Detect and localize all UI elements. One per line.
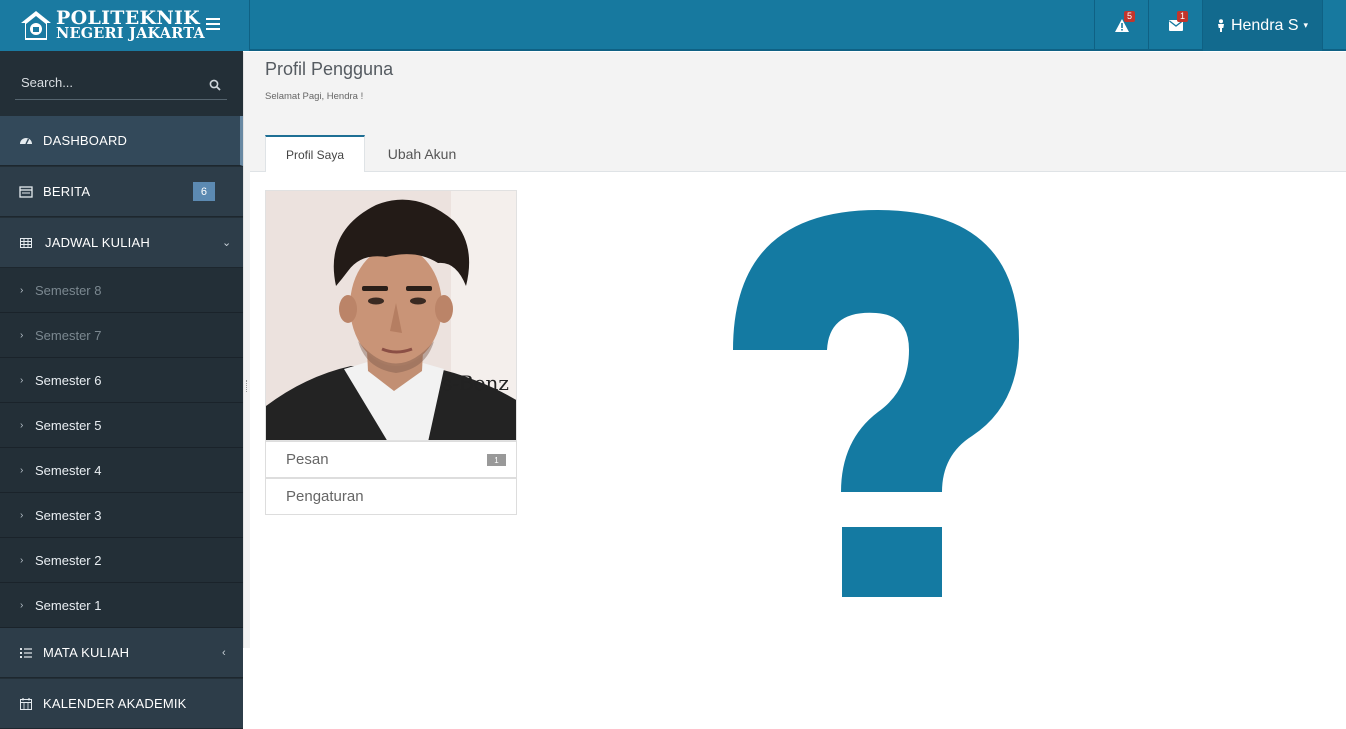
sidebar-item-dashboard[interactable]: DASHBOARD (0, 116, 243, 166)
profile-photo-image: s-Benz (266, 191, 516, 440)
sidebar-subitem-label: Semester 6 (35, 372, 102, 388)
question-mark-icon (733, 210, 1019, 597)
profile-photo: s-Benz (265, 190, 517, 441)
user-icon (1217, 19, 1224, 32)
sidebar-subitem-label: Semester 2 (35, 552, 102, 568)
menu-pesan-label: Pesan (286, 451, 329, 468)
pesan-count-badge: 1 (487, 454, 506, 466)
sidebar-subitem-semester[interactable]: › Semester 5 (0, 403, 243, 448)
sidebar-subitem-semester[interactable]: › Semester 4 (0, 448, 243, 493)
tab-profil-saya[interactable]: Profil Saya (265, 135, 365, 172)
chevron-right-icon: › (20, 554, 24, 566)
sidebar-item-label: MATA KULIAH (43, 645, 130, 660)
tab-ubah-akun[interactable]: Ubah Akun (375, 135, 469, 172)
messages-badge: 1 (1177, 11, 1189, 22)
sidebar-subitem-label: Semester 5 (35, 417, 102, 433)
calendar-icon (20, 697, 32, 710)
search-icon[interactable] (209, 79, 221, 91)
sidebar-subitem-semester[interactable]: › Semester 7 (0, 313, 243, 358)
chevron-right-icon: › (20, 419, 24, 431)
brand-area[interactable]: POLITEKNIK NEGERI JAKARTA (0, 0, 250, 51)
resize-handle[interactable] (246, 380, 248, 392)
sidebar-item-label: KALENDER AKADEMIK (43, 696, 187, 711)
chevron-right-icon: › (20, 374, 24, 386)
sidebar-item-label: JADWAL KULIAH (45, 235, 150, 250)
sidebar-subitem-semester[interactable]: › Semester 6 (0, 358, 243, 403)
user-name: Hendra S (1230, 16, 1299, 34)
sidebar-subitem-label: Semester 1 (35, 597, 102, 613)
top-header: POLITEKNIK NEGERI JAKARTA 5 1 Hendra S ▾ (0, 0, 1346, 51)
chevron-down-icon: ⌄ (222, 237, 232, 249)
chevron-right-icon: › (20, 509, 24, 521)
photo-caption: s-Benz (442, 371, 509, 395)
sidebar-item-label: DASHBOARD (43, 133, 128, 148)
greeting-text: Selamat Pagi, Hendra ! (265, 91, 364, 102)
news-count-badge: 6 (193, 182, 215, 201)
alerts-button[interactable]: 5 (1094, 0, 1148, 51)
sidebar-subitem-label: Semester 4 (35, 462, 102, 478)
sidebar-item-kalender-akademik[interactable]: KALENDER AKADEMIK (0, 679, 243, 729)
sidebar-subitem-semester[interactable]: › Semester 3 (0, 493, 243, 538)
sidebar-subitem-semester[interactable]: › Semester 1 (0, 583, 243, 628)
chevron-left-icon: ‹ (222, 646, 226, 659)
page-title: Profil Pengguna (265, 59, 394, 79)
sidebar-search (15, 66, 227, 100)
menu-toggle-icon[interactable] (206, 18, 220, 32)
content-gutter (243, 52, 250, 648)
list-icon (20, 647, 32, 658)
messages-button[interactable]: 1 (1148, 0, 1202, 51)
chevron-right-icon: › (20, 599, 24, 611)
menu-pengaturan-label: Pengaturan (286, 488, 364, 505)
news-icon (19, 185, 33, 198)
dashboard-icon (20, 137, 32, 144)
alerts-badge: 5 (1124, 11, 1136, 22)
user-menu[interactable]: Hendra S ▾ (1202, 0, 1323, 51)
sidebar-item-mata-kuliah[interactable]: MATA KULIAH ‹ (0, 628, 243, 678)
sidebar-subitem-semester[interactable]: › Semester 2 (0, 538, 243, 583)
menu-pesan[interactable]: Pesan 1 (265, 441, 517, 478)
chevron-down-icon: ▾ (1303, 20, 1309, 30)
sidebar-subitem-label: Semester 7 (35, 327, 102, 343)
sidebar-subitem-label: Semester 3 (35, 507, 102, 523)
pnj-logo (21, 11, 51, 40)
table-icon (20, 237, 32, 248)
sidebar-subitem-label: Semester 8 (35, 282, 102, 298)
chevron-right-icon: › (20, 464, 24, 476)
chevron-right-icon: › (20, 284, 24, 296)
sidebar-item-berita[interactable]: BERITA 6 (0, 167, 243, 217)
search-input[interactable] (15, 66, 195, 98)
menu-pengaturan[interactable]: Pengaturan (265, 478, 517, 515)
chevron-right-icon: › (20, 329, 24, 341)
sidebar-subitem-semester[interactable]: › Semester 8 (0, 268, 243, 313)
sidebar-item-jadwal-kuliah[interactable]: JADWAL KULIAH ⌄ (0, 218, 243, 268)
brand-line-2: NEGERI JAKARTA (56, 25, 205, 42)
sidebar-item-label: BERITA (43, 184, 91, 199)
